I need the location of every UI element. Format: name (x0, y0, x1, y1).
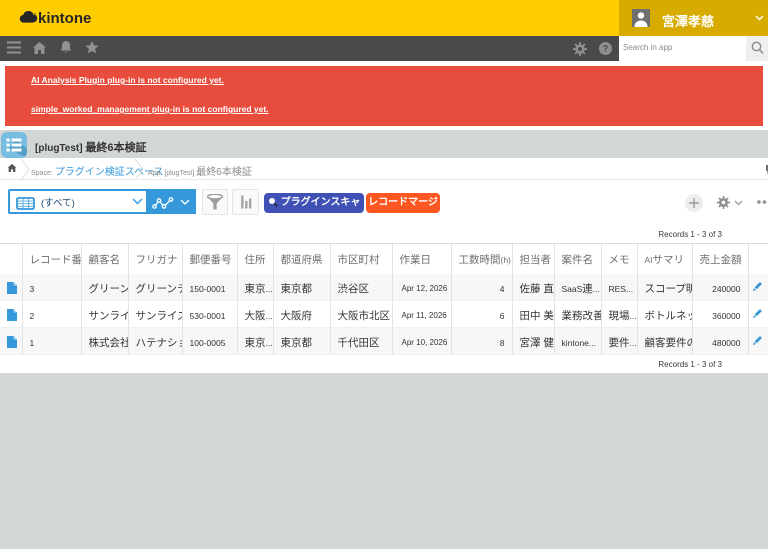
svg-text:?: ? (603, 44, 609, 54)
